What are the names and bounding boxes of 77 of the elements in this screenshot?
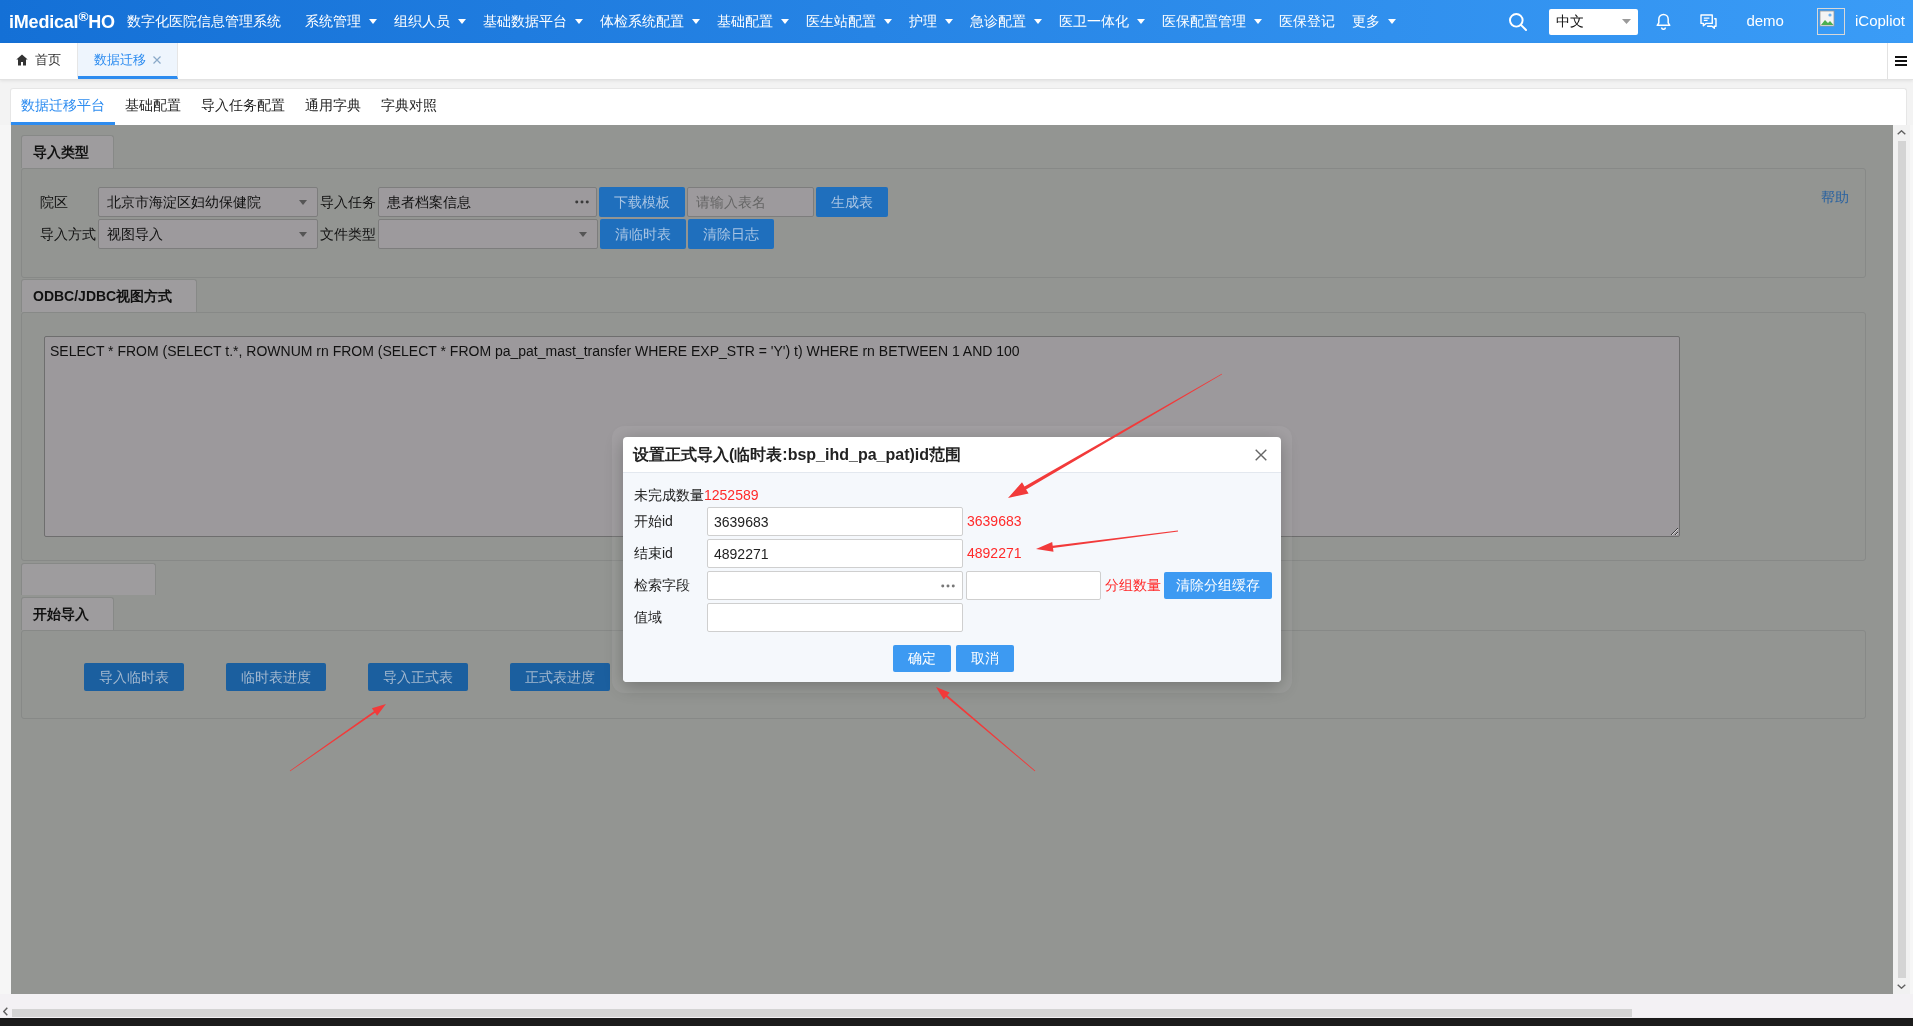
page-tab[interactable]: 首页 — [0, 43, 78, 79]
chevron-left-icon[interactable] — [3, 1007, 8, 1016]
search-icon[interactable] — [1509, 12, 1528, 31]
scrollbar-thumb[interactable] — [1897, 141, 1906, 978]
menu-icon[interactable] — [1894, 56, 1907, 66]
language-select[interactable]: 中文 — [1549, 8, 1639, 35]
field-label: 文件类型 — [320, 224, 376, 244]
page-tab[interactable]: 数据迁移 — [78, 43, 178, 79]
action-button[interactable]: 下载模板 — [599, 187, 685, 217]
field-label: 开始id — [634, 512, 674, 531]
menu-item[interactable]: 医保登记 — [1278, 11, 1335, 32]
menu-item[interactable]: 系统管理 — [304, 11, 377, 32]
user-name[interactable]: demo — [1746, 10, 1784, 33]
dialog-button[interactable]: 取消 — [956, 645, 1014, 672]
dialog-button[interactable]: 确定 — [893, 645, 951, 672]
action-button[interactable]: 临时表进度 — [226, 663, 326, 691]
note-text: 4892271 — [967, 544, 1022, 563]
sub-tab[interactable]: 字典对照 — [371, 89, 447, 125]
assistant-link[interactable]: iCopliot — [1854, 10, 1905, 33]
dropdown-field[interactable] — [378, 219, 598, 249]
chevron-up-icon[interactable] — [1897, 130, 1906, 135]
panel-tab[interactable]: 导入类型 — [21, 135, 114, 168]
panel-tab[interactable]: 开始导入 — [21, 597, 114, 630]
input-field[interactable]: 3639683 — [707, 507, 963, 536]
caret-icon — [579, 231, 587, 237]
ellipsis-icon[interactable] — [941, 583, 955, 588]
lookup-field[interactable] — [707, 571, 963, 600]
action-button[interactable]: 正式表进度 — [510, 663, 610, 691]
action-button[interactable]: 导入正式表 — [368, 663, 468, 691]
input-field[interactable]: 4892271 — [707, 539, 963, 568]
note-text: 3639683 — [967, 512, 1022, 531]
field-label: 导入方式 — [40, 224, 96, 244]
menu-item[interactable]: 急诊配置 — [969, 11, 1042, 32]
caret-icon — [1622, 19, 1632, 24]
logo: iMedical$^{®}$HO — [9, 12, 115, 31]
sub-tab[interactable]: 基础配置 — [115, 89, 191, 125]
menu-item[interactable]: 更多 — [1351, 11, 1396, 32]
ellipsis-icon[interactable] — [575, 200, 589, 204]
system-title: 数字化医院信息管理系统 — [126, 12, 281, 31]
field-label: 值域 — [634, 608, 663, 627]
action-button[interactable]: 清除日志 — [688, 219, 774, 249]
scrollbar-thumb[interactable] — [12, 1009, 1632, 1017]
caret-icon — [299, 231, 307, 237]
field-label: 院区 — [40, 192, 69, 212]
menu-item[interactable]: 医卫一体化 — [1058, 11, 1145, 32]
help-link[interactable]: 帮助 — [1821, 187, 1849, 208]
note-text: 分组数量 — [1105, 576, 1161, 595]
count-value: 1252589 — [704, 485, 759, 505]
action-button[interactable]: 导入临时表 — [84, 663, 184, 691]
field-label: 未完成数量 — [634, 485, 704, 505]
field-label: 检索字段 — [634, 576, 691, 595]
field-label: 导入任务 — [320, 192, 376, 212]
menu-item[interactable]: 体检系统配置 — [599, 11, 700, 32]
dropdown-field[interactable]: 视图导入 — [98, 219, 318, 249]
bell-icon[interactable] — [1656, 13, 1672, 30]
caret-icon — [299, 199, 307, 205]
menu-item[interactable]: 基础配置 — [716, 11, 789, 32]
close-icon[interactable] — [1255, 448, 1267, 461]
action-button[interactable]: 生成表 — [816, 187, 888, 217]
clear-cache-button[interactable]: 清除分组缓存 — [1164, 572, 1272, 599]
chevron-down-icon[interactable] — [1897, 984, 1906, 989]
sub-tab[interactable]: 通用字典 — [295, 89, 371, 125]
broken-image-icon[interactable] — [1816, 8, 1845, 35]
panel-tab[interactable]: ODBC/JDBC视图方式 — [21, 279, 198, 312]
menu-item[interactable]: 护理 — [908, 11, 953, 32]
dialog-title: 设置正式导入(临时表:bsp_ihd_pa_pat)id范围 — [633, 444, 961, 465]
action-button[interactable]: 清临时表 — [600, 219, 686, 249]
sub-tab[interactable]: 导入任务配置 — [191, 89, 295, 125]
field-label: 结束id — [634, 544, 674, 563]
menu-item[interactable]: 医生站配置 — [805, 11, 892, 32]
dropdown-field[interactable]: 北京市海淀区妇幼保健院 — [98, 187, 318, 217]
home-icon — [16, 53, 28, 66]
menu-item[interactable]: 基础数据平台 — [482, 11, 583, 32]
lookup-field[interactable]: 患者档案信息 — [378, 187, 597, 217]
chat-icon[interactable] — [1700, 14, 1718, 29]
menu-item[interactable]: 医保配置管理 — [1161, 11, 1262, 32]
menu-item[interactable]: 组织人员 — [393, 11, 466, 32]
